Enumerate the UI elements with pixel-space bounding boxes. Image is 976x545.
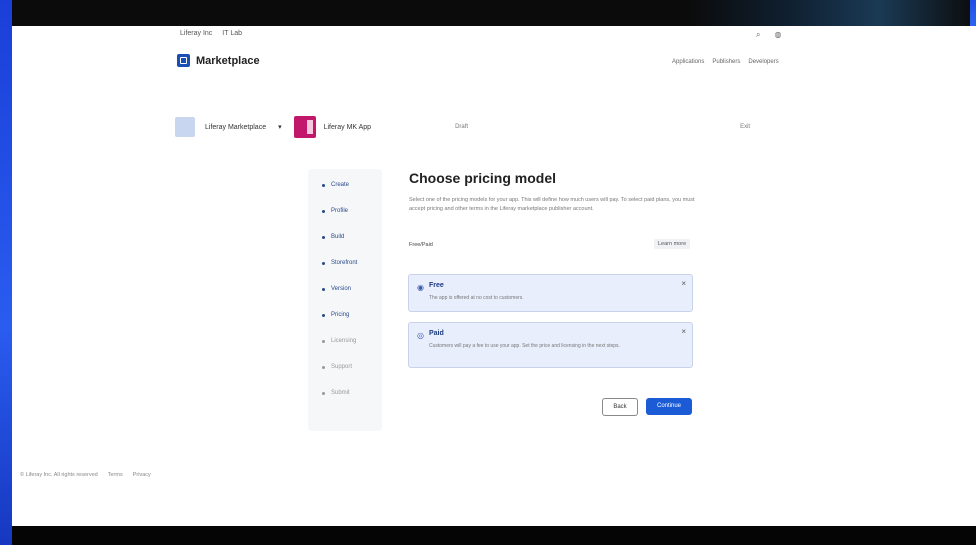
top-nav: Liferay Inc IT Lab (180, 30, 242, 37)
close-icon[interactable]: × (681, 327, 686, 336)
step-item[interactable]: Version (322, 286, 351, 292)
frame-edge-left (0, 0, 12, 545)
user-icon[interactable]: ◍ (774, 30, 781, 40)
link-developers[interactable]: Developers (748, 59, 778, 65)
marketplace-page: Liferay Inc IT Lab ⌕ ◍ Marketplace Appli… (12, 26, 976, 526)
link-applications[interactable]: Applications (672, 59, 704, 65)
link-publishers[interactable]: Publishers (712, 59, 740, 65)
step-dot-icon (322, 391, 325, 395)
step-item[interactable]: Licensing (322, 338, 356, 344)
close-icon[interactable]: × (681, 279, 686, 288)
app-header-bar: Liferay Marketplace ▾ Liferay MK App Dra… (162, 110, 842, 144)
step-item[interactable]: Support (322, 364, 352, 370)
step-item[interactable]: Storefront (322, 260, 357, 266)
chevron-down-icon[interactable]: ▾ (278, 123, 282, 131)
pricing-option-free[interactable]: ◉ Free × The app is offered at no cost t… (408, 274, 693, 312)
step-dot-icon (322, 365, 325, 369)
account-links: Applications Publishers Developers (672, 59, 779, 65)
pricing-option-paid[interactable]: ◎ Paid × Customers will pay a fee to use… (408, 322, 693, 368)
exit-link[interactable]: Exit (740, 124, 750, 130)
step-dot-icon (322, 313, 325, 317)
search-icon[interactable]: ⌕ (756, 30, 760, 40)
page-description: Select one of the pricing models for you… (409, 197, 695, 212)
option-description: The app is offered at no cost to custome… (429, 295, 524, 301)
step-item[interactable]: Create (322, 182, 349, 188)
top-nav-project[interactable]: IT Lab (222, 30, 242, 37)
option-description: Customers will pay a fee to use your app… (429, 343, 620, 349)
app-status: Draft (455, 124, 469, 130)
step-dot-icon (322, 339, 325, 343)
brand[interactable]: Marketplace (177, 54, 260, 67)
frame-top-band (12, 0, 976, 26)
footer-terms-link[interactable]: Terms (108, 472, 123, 478)
option-label: Free (429, 282, 444, 289)
step-dot-icon (322, 209, 325, 213)
app-thumbnail (293, 116, 316, 138)
pricing-section-label: Free/Paid (409, 242, 433, 248)
footer: © Liferay Inc. All rights reserved Terms… (20, 472, 151, 478)
footer-privacy-link[interactable]: Privacy (133, 472, 151, 478)
continue-button[interactable]: Continue (646, 398, 692, 415)
step-dot-icon (322, 183, 325, 187)
brand-name: Marketplace (196, 54, 260, 67)
app-name: Liferay MK App (323, 123, 372, 131)
account-name[interactable]: Liferay Marketplace (205, 124, 266, 131)
radio-icon[interactable]: ◉ (417, 283, 424, 292)
step-dot-icon (322, 287, 325, 291)
step-dot-icon (322, 235, 325, 239)
back-button[interactable]: Back (602, 398, 638, 416)
marketplace-logo-icon (177, 54, 190, 67)
learn-more-button[interactable]: Learn more (654, 239, 691, 249)
step-item-active[interactable]: Pricing (322, 312, 349, 318)
account-thumbnail (175, 117, 195, 137)
step-item[interactable]: Profile (322, 208, 348, 214)
steps-sidebar: Create Profile Build Storefront Version … (308, 169, 382, 431)
top-right-tools: ⌕ ◍ (756, 30, 781, 40)
top-nav-account[interactable]: Liferay Inc (180, 30, 212, 37)
step-item[interactable]: Build (322, 234, 344, 240)
radio-icon[interactable]: ◎ (417, 331, 424, 340)
footer-copyright: © Liferay Inc. All rights reserved (20, 472, 98, 478)
step-item[interactable]: Submit (322, 390, 350, 396)
page-title: Choose pricing model (409, 170, 557, 186)
option-label: Paid (429, 330, 444, 337)
step-dot-icon (322, 261, 325, 265)
frame-bottom-band (12, 526, 976, 545)
